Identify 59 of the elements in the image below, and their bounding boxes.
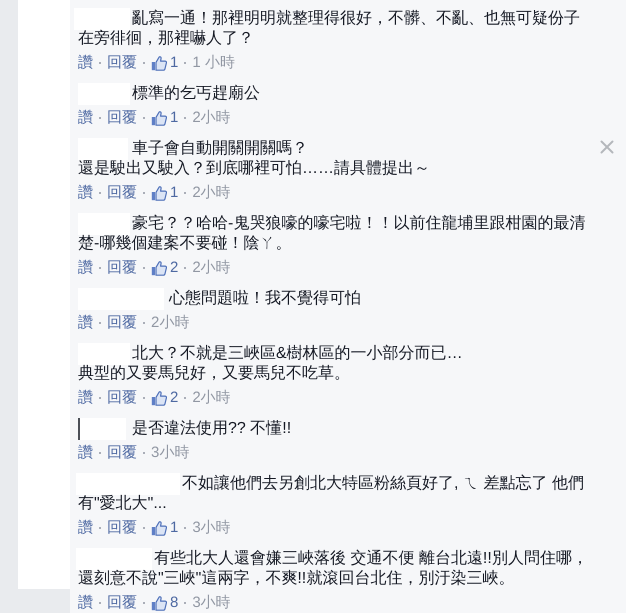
like-link[interactable]: 讚 <box>78 519 93 537</box>
thumbs-up-icon <box>151 390 167 406</box>
thumbs-up-icon <box>151 55 167 71</box>
comment-text: 有些北大人還會嫌三峽落後 交通不便 離台北遠!!別人問住哪， <box>154 549 588 569</box>
like-count-button[interactable]: 1 <box>151 519 178 537</box>
like-link[interactable]: 讚 <box>78 314 93 332</box>
comment-text: 在旁徘徊，那裡嚇人了？ <box>78 29 254 49</box>
thumbs-up-icon <box>151 520 167 536</box>
like-count-button[interactable]: 2 <box>151 389 178 407</box>
timestamp-link[interactable]: 3小時 <box>151 444 190 462</box>
reply-link[interactable]: 回覆 <box>107 109 137 127</box>
like-link[interactable]: 讚 <box>78 184 93 202</box>
timestamp-link[interactable]: 2小時 <box>192 184 231 202</box>
timestamp-link[interactable]: 1 小時 <box>192 54 235 72</box>
reply-link[interactable]: 回覆 <box>107 259 137 277</box>
reply-link[interactable]: 回覆 <box>107 519 137 537</box>
reply-link[interactable]: 回覆 <box>107 389 137 407</box>
reply-link[interactable]: 回覆 <box>107 184 137 202</box>
like-link[interactable]: 讚 <box>78 594 93 612</box>
reply-link[interactable]: 回覆 <box>107 54 137 72</box>
comment-text: 還刻意不說"三峽"這兩字，不爽!!就滾回台北住，別汙染三峽。 <box>78 569 514 589</box>
like-link[interactable]: 讚 <box>78 389 93 407</box>
timestamp-link[interactable]: 2小時 <box>192 109 231 127</box>
close-button[interactable] <box>600 140 614 154</box>
comment-text: 楚-哪幾個建案不要碰！陰ㄚ。 <box>78 234 292 254</box>
timestamp-link[interactable]: 3小時 <box>192 594 231 612</box>
comment-text: 北大？不就是三峽區&樹林區的一小部分而已… <box>132 344 463 364</box>
reply-link[interactable]: 回覆 <box>107 314 137 332</box>
like-link[interactable]: 讚 <box>78 54 93 72</box>
thumbs-up-icon <box>151 260 167 276</box>
thumbs-up-icon <box>151 595 167 611</box>
like-count-button[interactable]: 1 <box>151 54 178 72</box>
like-count-button[interactable]: 1 <box>151 184 178 202</box>
reply-link[interactable]: 回覆 <box>107 594 137 612</box>
timestamp-link[interactable]: 3小時 <box>192 519 231 537</box>
timestamp-link[interactable]: 2小時 <box>192 259 231 277</box>
comment-text: 心態問題啦！我不覺得可怕 <box>169 289 361 309</box>
like-link[interactable]: 讚 <box>78 109 93 127</box>
thumbs-up-icon <box>151 110 167 126</box>
comment-text: 典型的又要馬兒好，又要馬兒不吃草。 <box>78 364 350 384</box>
like-count-button[interactable]: 8 <box>151 594 178 612</box>
comment-text: 還是駛出又駛入？到底哪裡可怕……請具體提出～ <box>78 159 430 179</box>
thumbs-up-icon <box>151 185 167 201</box>
comment-text: 豪宅？？哈哈-鬼哭狼嚎的嚎宅啦！！以前住龍埔里跟柑園的最清 <box>132 214 586 234</box>
like-link[interactable]: 讚 <box>78 259 93 277</box>
comment-text: 標準的乞丐趕廟公 <box>132 84 260 104</box>
like-count-button[interactable]: 1 <box>151 109 178 127</box>
reply-link[interactable]: 回覆 <box>107 444 137 462</box>
redacted-name <box>78 418 126 440</box>
comment-text: 是否違法使用?? 不懂!! <box>132 419 292 439</box>
comment-text: 車子會自動開關開關嗎？ <box>132 139 308 159</box>
timestamp-link[interactable]: 2小時 <box>151 314 190 332</box>
comment-text: 有"愛北大"... <box>78 494 167 514</box>
close-icon <box>600 140 614 154</box>
timestamp-link[interactable]: 2小時 <box>192 389 231 407</box>
like-link[interactable]: 讚 <box>78 444 93 462</box>
like-count-button[interactable]: 2 <box>151 259 178 277</box>
comment-text: 亂寫一通！那裡明明就整理得很好，不髒、不亂、也無可疑份子 <box>132 9 580 29</box>
comment-text: 不如讓他們去另創北大特區粉絲頁好了, ㄟ 差點忘了 他們 <box>182 474 584 494</box>
